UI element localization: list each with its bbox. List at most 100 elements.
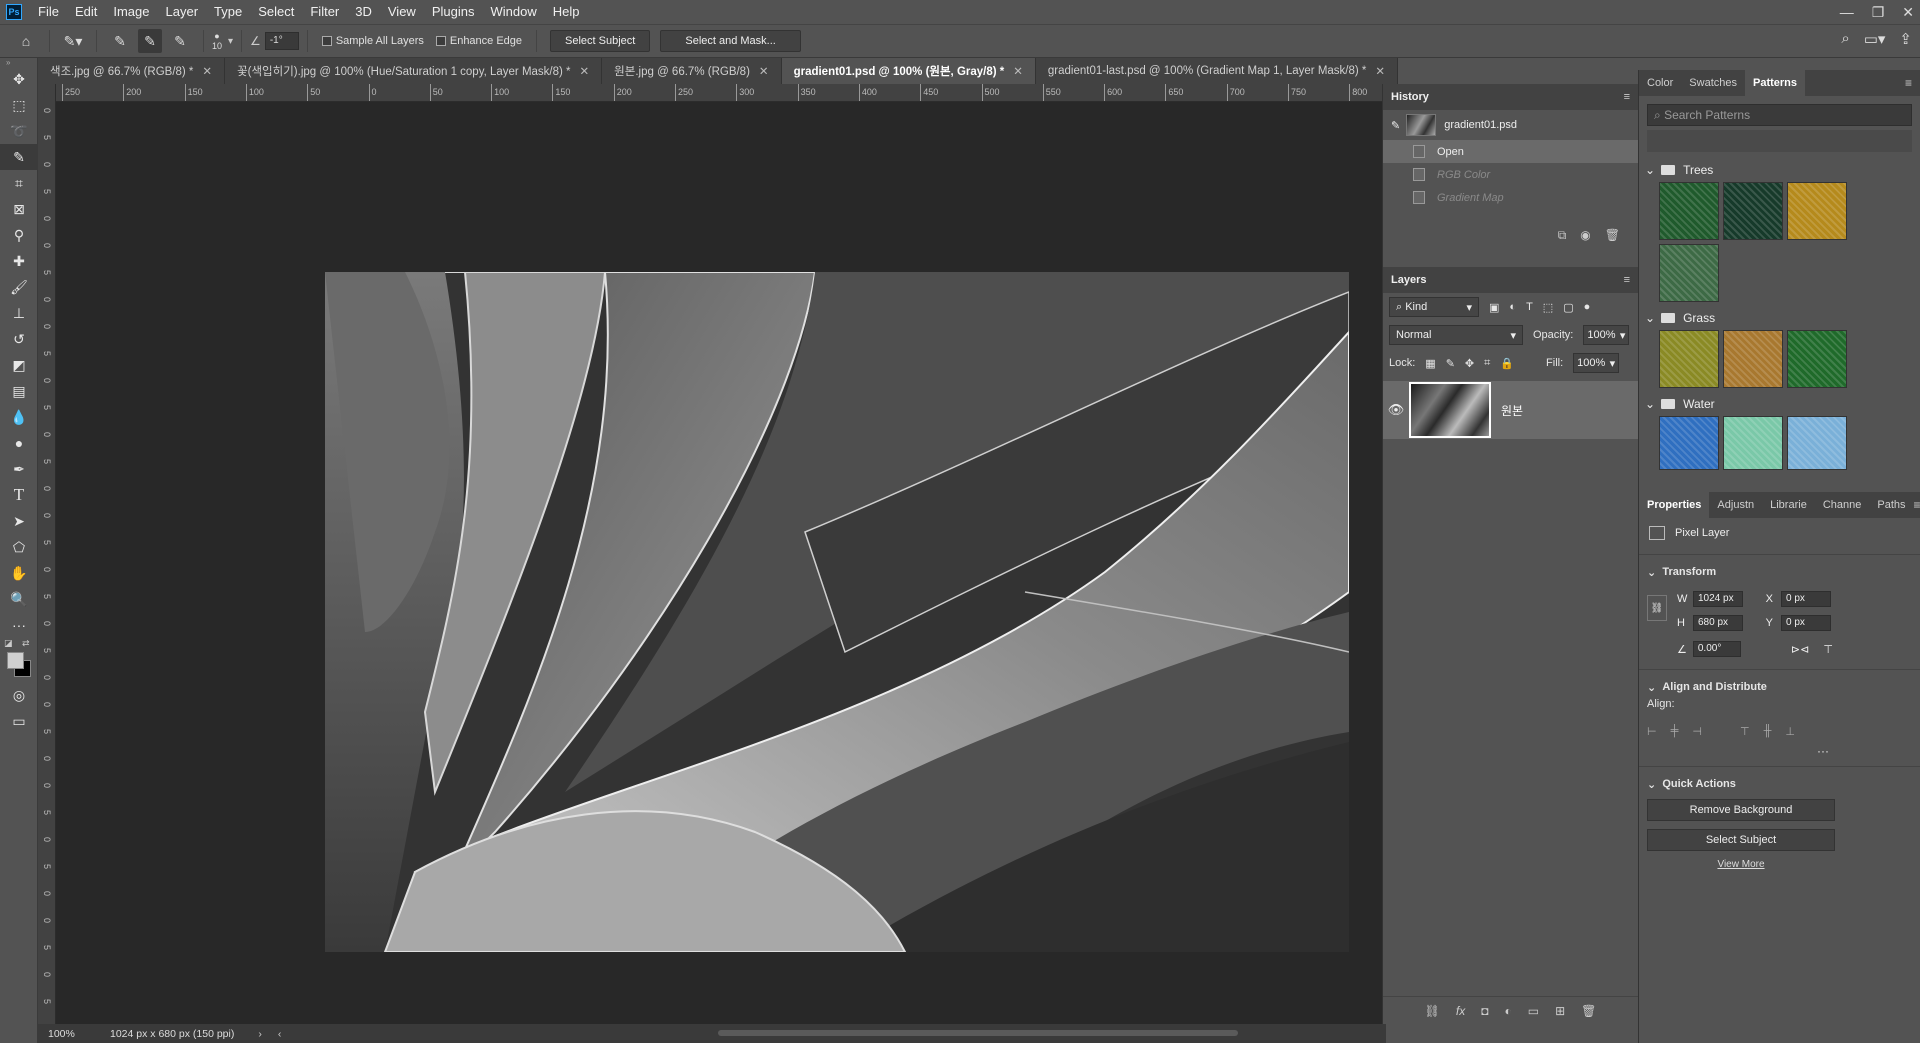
tab-libraries[interactable]: Librarie	[1762, 492, 1815, 518]
history-item-gradient-map[interactable]: Gradient Map	[1383, 186, 1638, 209]
tab-swatches[interactable]: Swatches	[1681, 70, 1745, 96]
document-image[interactable]	[325, 272, 1349, 952]
close-icon[interactable]: ✕	[580, 64, 590, 78]
close-icon[interactable]: ✕	[1013, 64, 1023, 78]
tab-paths[interactable]: Paths	[1869, 492, 1913, 518]
quick-selection-preset-icon[interactable]: ✎▾	[61, 29, 85, 53]
fill-field[interactable]: 100% ▾	[1573, 353, 1620, 373]
menu-file[interactable]: File	[30, 0, 67, 24]
dodge-tool-icon[interactable]: ●	[0, 430, 38, 456]
type-tool-icon[interactable]: T	[0, 482, 38, 508]
close-icon[interactable]: ✕	[202, 64, 212, 78]
flip-horizontal-icon[interactable]: ⊳⊲	[1791, 643, 1809, 656]
flip-vertical-icon[interactable]: ⊤	[1823, 643, 1833, 656]
align-bottom-icon[interactable]: ⊥	[1785, 725, 1795, 738]
brush-tool-icon[interactable]: 🖌	[0, 274, 38, 300]
lock-all-icon[interactable]: 🔒	[1500, 357, 1514, 370]
history-item-rgb-color[interactable]: RGB Color	[1383, 163, 1638, 186]
panel-menu-icon[interactable]: ≡	[1905, 76, 1912, 90]
lock-artboard-icon[interactable]: ⌗	[1484, 357, 1490, 370]
quick-mask-icon[interactable]: ◎	[0, 682, 38, 708]
share-icon[interactable]: ⇪	[1899, 30, 1912, 48]
tab-properties[interactable]: Properties	[1639, 492, 1710, 518]
healing-brush-tool-icon[interactable]: ✚	[0, 248, 38, 274]
brush-size-picker[interactable]: ● 10	[212, 31, 222, 51]
adjustment-filter-icon[interactable]: ◐	[1509, 301, 1516, 313]
new-layer-icon[interactable]: ⊞	[1555, 1004, 1565, 1018]
link-layers-icon[interactable]: ⛓	[1425, 1004, 1440, 1018]
eye-icon[interactable]: 👁	[1383, 402, 1409, 418]
close-icon[interactable]: ✕	[1375, 64, 1385, 78]
type-filter-icon[interactable]: T	[1526, 301, 1533, 313]
restore-icon[interactable]: ❐	[1872, 4, 1885, 21]
align-middle-v-icon[interactable]: ╫	[1764, 725, 1772, 737]
color-swatches[interactable]: ◪ ⇄	[0, 638, 38, 682]
select-subject-button[interactable]: Select Subject	[550, 30, 651, 52]
align-top-icon[interactable]: ⊤	[1740, 725, 1750, 738]
menu-plugins[interactable]: Plugins	[424, 0, 483, 24]
close-icon[interactable]: ✕	[759, 64, 769, 78]
pen-tool-icon[interactable]: ✒	[0, 456, 38, 482]
workspace-icon[interactable]: ▭▾	[1864, 30, 1886, 48]
quick-actions-section-header[interactable]: ⌄ Quick Actions	[1639, 773, 1920, 795]
horizontal-scrollbar[interactable]	[718, 1030, 1238, 1036]
panel-menu-icon[interactable]: ≡	[1624, 91, 1630, 103]
panel-menu-icon[interactable]: ≡	[1914, 498, 1920, 512]
frame-tool-icon[interactable]: ⊠	[0, 196, 38, 222]
pattern-group-grass[interactable]: ⌄ Grass	[1639, 306, 1920, 330]
camera-icon[interactable]: ◉	[1580, 228, 1590, 242]
document-tab[interactable]: 원본.jpg @ 66.7% (RGB/8) ✕	[602, 58, 782, 84]
adjustment-layer-icon[interactable]: ◐	[1504, 1004, 1511, 1018]
lock-position-icon[interactable]: ✥	[1465, 357, 1474, 370]
link-dimensions-icon[interactable]: ⛓	[1647, 595, 1667, 621]
pattern-swatch[interactable]	[1723, 416, 1783, 470]
angle-field[interactable]: -1°	[264, 32, 299, 50]
y-field[interactable]: 0 px	[1781, 615, 1831, 631]
lasso-tool-icon[interactable]: ➰	[0, 118, 38, 144]
align-section-header[interactable]: ⌄ Align and Distribute	[1639, 676, 1920, 698]
remove-background-button[interactable]: Remove Background	[1647, 799, 1835, 821]
quick-selection-tool-icon[interactable]: ✎	[0, 144, 38, 170]
search-icon[interactable]: ⌕	[1841, 30, 1849, 48]
menu-3d[interactable]: 3D	[347, 0, 380, 24]
smart-object-filter-icon[interactable]: ▢	[1563, 301, 1573, 314]
lock-image-icon[interactable]: ✎	[1446, 357, 1455, 370]
layer-name[interactable]: 원본	[1501, 402, 1523, 419]
new-document-from-state-icon[interactable]: ⧉	[1558, 228, 1567, 243]
screen-mode-icon[interactable]: ▭	[0, 708, 38, 734]
menu-view[interactable]: View	[380, 0, 424, 24]
align-right-icon[interactable]: ⊣	[1692, 725, 1702, 738]
select-subject-button[interactable]: Select Subject	[1647, 829, 1835, 851]
vertical-ruler[interactable]: 0 5 0 5 0 0 5 0 0 5 0 5 0 5 0 0 5 0 5 0 5 0 0 5 0 0 5 0 5 0 0 5 0 5	[38, 84, 56, 1024]
history-item-open[interactable]: Open	[1383, 140, 1638, 163]
tab-channels[interactable]: Channe	[1815, 492, 1870, 518]
chevron-right-icon[interactable]: ›	[258, 1028, 262, 1040]
pattern-swatch[interactable]	[1659, 244, 1719, 302]
eraser-tool-icon[interactable]: ◩	[0, 352, 38, 378]
tab-adjustments[interactable]: Adjustn	[1709, 492, 1762, 518]
panel-menu-icon[interactable]: ≡	[1624, 274, 1630, 286]
x-field[interactable]: 0 px	[1781, 591, 1831, 607]
hand-tool-icon[interactable]: ✋	[0, 560, 38, 586]
zoom-level[interactable]: 100%	[38, 1028, 82, 1040]
pattern-swatch[interactable]	[1659, 416, 1719, 470]
menu-filter[interactable]: Filter	[302, 0, 347, 24]
tab-patterns[interactable]: Patterns	[1745, 70, 1806, 96]
document-info[interactable]: 1024 px x 680 px (150 ppi)	[110, 1028, 234, 1040]
eyedropper-tool-icon[interactable]: ⚲	[0, 222, 38, 248]
zoom-tool-icon[interactable]: 🔍	[0, 586, 38, 612]
pattern-swatch[interactable]	[1723, 182, 1783, 240]
document-tab[interactable]: 색조.jpg @ 66.7% (RGB/8) * ✕	[38, 58, 226, 84]
width-field[interactable]: 1024 px	[1693, 591, 1743, 607]
pattern-swatch[interactable]	[1659, 182, 1719, 240]
clone-stamp-tool-icon[interactable]: ⊥	[0, 300, 38, 326]
filter-toggle-icon[interactable]: ●	[1584, 301, 1591, 313]
layer-row[interactable]: 👁 원본	[1383, 381, 1638, 439]
view-more-link[interactable]: View More	[1647, 859, 1835, 870]
pattern-swatch[interactable]	[1787, 330, 1847, 388]
lock-transparent-icon[interactable]: ▦	[1425, 357, 1435, 370]
trash-icon[interactable]: 🗑	[1581, 1004, 1596, 1018]
height-field[interactable]: 680 px	[1693, 615, 1743, 631]
subtract-selection-icon[interactable]: ✎	[168, 29, 192, 53]
menu-image[interactable]: Image	[105, 0, 157, 24]
